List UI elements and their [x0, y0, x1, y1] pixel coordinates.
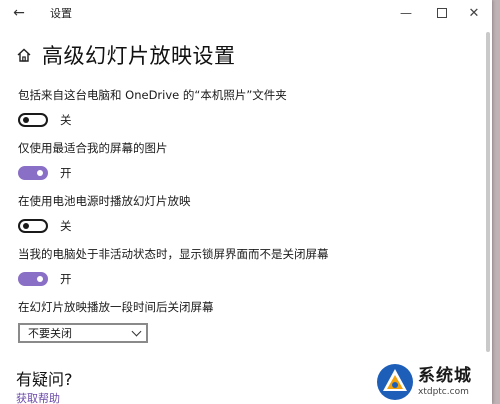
toggle-state: 开: [60, 166, 72, 180]
toggle-state: 关: [60, 113, 72, 127]
setting-lockscreen-inactive: 当我的电脑处于非活动状态时，显示锁屏界面而不是关闭屏幕 开: [18, 246, 329, 287]
toggle-state: 关: [60, 219, 72, 233]
close-button[interactable]: ✕: [462, 0, 486, 26]
setting-screen-off: 在幻灯片放映播放一段时间后关闭屏幕 不要关闭: [18, 299, 214, 343]
home-icon[interactable]: [16, 47, 32, 63]
watermark-logo-icon: [377, 364, 413, 400]
window-title: 设置: [50, 7, 72, 20]
back-arrow-icon[interactable]: ←: [6, 0, 32, 26]
setting-label: 当我的电脑处于非活动状态时，显示锁屏界面而不是关闭屏幕: [18, 247, 329, 261]
setting-include-onedrive: 包括来自这台电脑和 OneDrive 的“本机照片”文件夹 关: [18, 87, 287, 128]
maximize-button[interactable]: [430, 0, 454, 26]
toggle-knob: [37, 170, 43, 176]
get-help-link[interactable]: 获取帮助: [16, 390, 60, 404]
watermark-url: xtdptc.com: [418, 387, 469, 397]
toggle-knob: [37, 276, 43, 282]
settings-window: ← 设置 — ✕ 高级幻灯片放映设置 包括来自这台电脑和 OneDrive 的“…: [0, 0, 492, 404]
battery-slideshow-toggle[interactable]: [18, 219, 48, 233]
page-heading: 高级幻灯片放映设置: [16, 40, 236, 70]
page-title: 高级幻灯片放映设置: [42, 44, 236, 68]
title-bar: ← 设置 — ✕: [0, 0, 492, 26]
maximize-icon: [437, 8, 447, 18]
best-fit-images-toggle[interactable]: [18, 166, 48, 180]
setting-best-fit-images: 仅使用最适合我的屏幕的图片 开: [18, 140, 168, 181]
minimize-button[interactable]: —: [394, 0, 418, 26]
scrollbar[interactable]: [486, 32, 490, 352]
faq-heading: 有疑问?: [16, 370, 73, 389]
setting-label: 仅使用最适合我的屏幕的图片: [18, 141, 168, 155]
setting-battery-slideshow: 在使用电池电源时播放幻灯片放映 关: [18, 193, 191, 234]
lockscreen-inactive-toggle[interactable]: [18, 272, 48, 286]
watermark: 系统城 xtdptc.com: [376, 360, 500, 404]
screen-off-dropdown[interactable]: 不要关闭: [18, 323, 148, 343]
toggle-knob: [23, 223, 29, 229]
setting-label: 在使用电池电源时播放幻灯片放映: [18, 194, 191, 208]
toggle-state: 开: [60, 272, 72, 286]
include-onedrive-toggle[interactable]: [18, 113, 48, 127]
watermark-name: 系统城: [418, 366, 472, 386]
toggle-knob: [23, 117, 29, 123]
chevron-down-icon: [131, 326, 142, 336]
dropdown-value: 不要关闭: [28, 327, 72, 340]
setting-label: 在幻灯片放映播放一段时间后关闭屏幕: [18, 300, 214, 314]
setting-label: 包括来自这台电脑和 OneDrive 的“本机照片”文件夹: [18, 88, 287, 102]
